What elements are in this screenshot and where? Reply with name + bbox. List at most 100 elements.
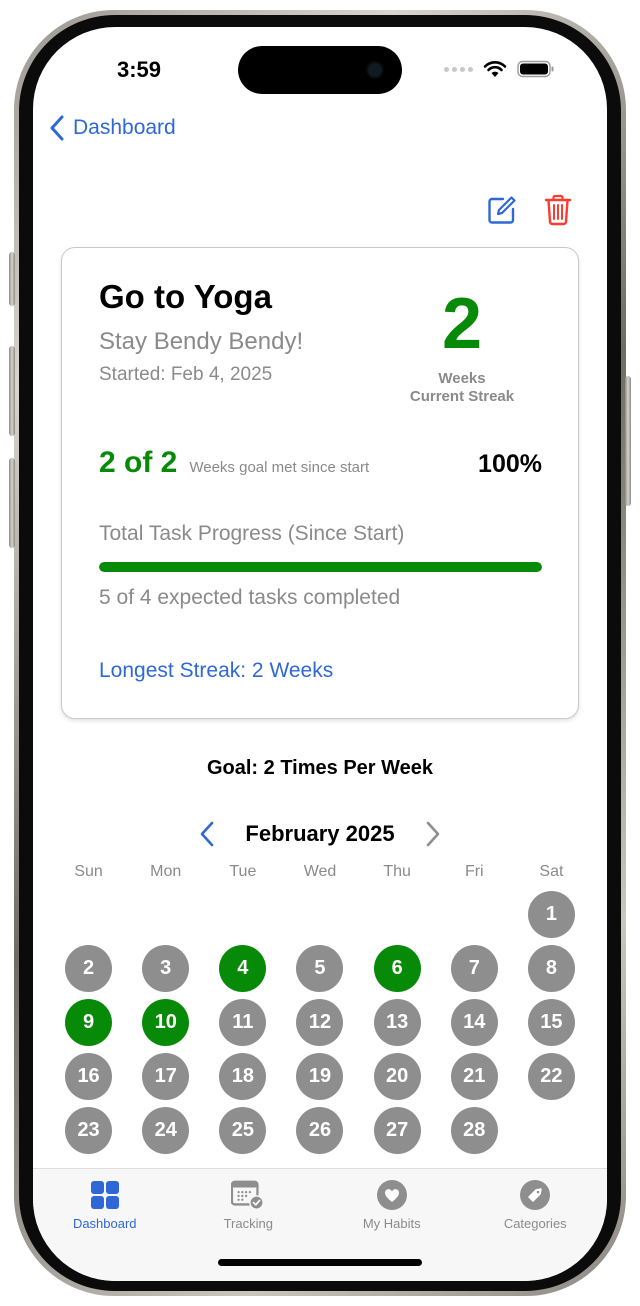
weekday-label: Thu — [383, 863, 411, 880]
tag-circle-icon — [520, 1180, 551, 1210]
calendar-day-cell: 5 — [281, 945, 358, 992]
tab-label: Dashboard — [72, 1216, 137, 1231]
status-indicators — [444, 60, 555, 78]
calendar-day[interactable]: 17 — [142, 1053, 190, 1100]
tab-label: My Habits — [362, 1216, 421, 1231]
calendar-blank-cell — [436, 891, 513, 938]
calendar-day[interactable]: 2 — [65, 945, 113, 992]
status-time: 3:59 — [117, 57, 162, 82]
goal-label: Goal: 2 Times Per Week — [206, 757, 434, 779]
calendar-day[interactable]: 23 — [65, 1107, 113, 1154]
dynamic-island — [238, 46, 402, 94]
calendar-day-cell: 3 — [127, 945, 204, 992]
calendar-day[interactable]: 16 — [65, 1053, 113, 1100]
chevron-left-icon — [50, 115, 64, 141]
calendar-day-cell: 24 — [127, 1107, 204, 1154]
delete-button[interactable] — [541, 193, 575, 227]
calendar-day[interactable]: 11 — [219, 999, 267, 1046]
calendar-blank-cell — [50, 891, 127, 938]
tab-label: Tracking — [223, 1216, 273, 1231]
calendar-day[interactable]: 7 — [450, 945, 498, 992]
weeks-met-percent: 100% — [478, 450, 542, 478]
back-button-label: Dashboard — [73, 116, 176, 139]
tab-my-habits[interactable]: My Habits — [327, 1178, 457, 1231]
progress-title: Total Task Progress (Since Start) — [99, 522, 405, 545]
current-streak-label: Current Streak — [409, 388, 515, 405]
habit-subtitle: Stay Bendy Bendy! — [99, 328, 304, 355]
battery-icon — [517, 60, 554, 78]
calendar-day-cell: 11 — [204, 999, 281, 1046]
volume-down-button — [9, 458, 15, 548]
calendar-day-cell: 13 — [359, 999, 436, 1046]
trash-icon — [544, 194, 572, 226]
task-progress-bar — [99, 562, 542, 572]
month-navigator: February 2025 — [33, 821, 607, 847]
current-streak: 2 Weeks Current Streak — [382, 288, 542, 406]
volume-up-button — [9, 346, 15, 436]
habit-actions — [485, 193, 575, 227]
tab-tracking[interactable]: Tracking — [183, 1178, 313, 1231]
weeks-goal-row: 2 of 2 Weeks goal met since start 100% — [99, 446, 542, 480]
calendar-day-cell: 2 — [50, 945, 127, 992]
calendar-day[interactable]: 18 — [219, 1053, 267, 1100]
calendar-grid: 1 2 3 4 5 6 7 8 9 10 11 12 13 14 15 16 17 18 19 20 21 22 23 24 2… — [50, 891, 590, 1154]
calendar-day-completed[interactable]: 10 — [142, 999, 190, 1046]
calendar-day-completed[interactable]: 6 — [373, 945, 421, 992]
calendar-day[interactable]: 24 — [142, 1107, 190, 1154]
calendar-day[interactable]: 14 — [450, 999, 498, 1046]
weeks-met-label: Weeks goal met since start — [189, 459, 370, 476]
calendar-blank-cell — [359, 891, 436, 938]
wifi-icon — [483, 61, 507, 77]
current-streak-value: 2 — [441, 284, 483, 364]
calendar-day[interactable]: 13 — [373, 999, 421, 1046]
weekday-label: Tue — [229, 863, 257, 880]
edit-button[interactable] — [485, 193, 519, 227]
calendar-day[interactable]: 27 — [373, 1107, 421, 1154]
weekday-label: Sat — [539, 863, 564, 880]
calendar-day[interactable]: 28 — [450, 1107, 498, 1154]
tab-dashboard[interactable]: Dashboard — [40, 1178, 170, 1231]
calendar-day[interactable]: 5 — [296, 945, 344, 992]
calendar-day[interactable]: 21 — [450, 1053, 498, 1100]
grid-icon — [90, 1181, 119, 1209]
chevron-left-icon — [201, 821, 214, 847]
calendar-day[interactable]: 8 — [527, 945, 575, 992]
calendar-day[interactable]: 19 — [296, 1053, 344, 1100]
tab-categories[interactable]: Categories — [470, 1178, 600, 1231]
longest-streak-link[interactable]: Longest Streak: 2 Weeks — [99, 659, 333, 683]
calendar-blank-cell — [204, 891, 281, 938]
month-label: February 2025 — [245, 821, 395, 846]
calendar-day-cell: 22 — [513, 1053, 590, 1100]
weekday-header: Sun Mon Tue Wed Thu Fri Sat — [50, 863, 590, 881]
next-month-button[interactable] — [425, 821, 441, 847]
calendar-blank-cell — [281, 891, 358, 938]
calendar-day[interactable]: 22 — [527, 1053, 575, 1100]
weekday-label: Wed — [303, 863, 337, 880]
tab-label: Categories — [503, 1216, 567, 1231]
camera-icon — [368, 63, 382, 77]
home-indicator[interactable] — [218, 1259, 422, 1266]
calendar-day[interactable]: 15 — [527, 999, 575, 1046]
calendar-day-completed[interactable]: 9 — [65, 999, 113, 1046]
back-button[interactable]: Dashboard — [49, 115, 176, 141]
weekday-label: Mon — [150, 863, 182, 880]
calendar-day-cell: 6 — [359, 945, 436, 992]
habit-start-date: Started: Feb 4, 2025 — [99, 364, 273, 385]
calendar-day-cell: 28 — [436, 1107, 513, 1154]
calendar-day[interactable]: 26 — [296, 1107, 344, 1154]
calendar-day-cell: 8 — [513, 945, 590, 992]
calendar-day[interactable]: 25 — [219, 1107, 267, 1154]
calendar-day-cell: 25 — [204, 1107, 281, 1154]
calendar-day-cell: 19 — [281, 1053, 358, 1100]
calendar-day[interactable]: 20 — [373, 1053, 421, 1100]
calendar-day-completed[interactable]: 4 — [219, 945, 267, 992]
calendar-day[interactable]: 12 — [296, 999, 344, 1046]
previous-month-button[interactable] — [199, 821, 215, 847]
calendar-day-cell: 7 — [436, 945, 513, 992]
calendar-check-icon — [231, 1180, 265, 1210]
calendar-day[interactable]: 1 — [527, 891, 575, 938]
calendar-day-cell: 14 — [436, 999, 513, 1046]
calendar-day[interactable]: 3 — [142, 945, 190, 992]
calendar-day-cell: 16 — [50, 1053, 127, 1100]
calendar-day-cell: 9 — [50, 999, 127, 1046]
